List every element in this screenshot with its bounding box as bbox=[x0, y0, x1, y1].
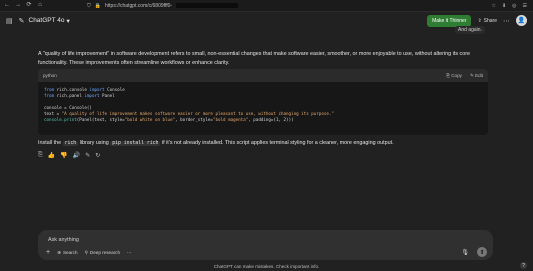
send-button[interactable]: ⬆ bbox=[477, 247, 487, 257]
install-note: Install the rich library using pip insta… bbox=[38, 139, 394, 148]
bookmark-icon[interactable]: ☆ bbox=[491, 3, 495, 9]
copy-code-button[interactable]: ⎘ Copy bbox=[446, 73, 462, 79]
menu-icon[interactable]: ☰ bbox=[523, 3, 527, 9]
browser-right-icons: ☆ ⬇ ◎ ☰ bbox=[491, 3, 527, 9]
code-token: , padding=(1, 2))) bbox=[248, 117, 294, 122]
thumbs-up-icon[interactable]: 👍 bbox=[48, 152, 55, 159]
header-actions: Make it Thinner ⇪ Share ⋯ 👤 bbox=[427, 14, 527, 27]
note-text: if it's not already installed. This scri… bbox=[160, 140, 394, 146]
telescope-icon: ⚲ bbox=[84, 249, 88, 255]
app-header: ▤ ✎ ChatGPT 4o ▾ Make it Thinner ⇪ Share… bbox=[0, 12, 533, 29]
edit-icon: ✎ bbox=[469, 72, 474, 78]
forward-icon[interactable]: → bbox=[15, 0, 21, 11]
search-button[interactable]: ⊕ Search bbox=[57, 250, 77, 256]
share-button[interactable]: ⇪ Share bbox=[477, 18, 497, 24]
more-options-icon[interactable]: ⋯ bbox=[503, 17, 510, 25]
globe-icon: ⊕ bbox=[57, 249, 61, 255]
code-token: from bbox=[44, 87, 55, 92]
make-thinner-button[interactable]: Make it Thinner bbox=[427, 14, 472, 27]
inline-code: pip install rich bbox=[110, 141, 161, 146]
edit-code-button[interactable]: ✎ Edit bbox=[470, 73, 483, 79]
copy-label: Copy bbox=[451, 72, 462, 78]
reload-icon[interactable]: ⟳ bbox=[26, 0, 32, 11]
copy-icon: ⎘ bbox=[446, 72, 450, 78]
code-token: rich.console bbox=[56, 87, 87, 92]
model-label: ChatGPT 4o bbox=[28, 17, 65, 24]
deep-research-button[interactable]: ⚲ Deep research bbox=[85, 250, 121, 256]
disclaimer: ChatGPT can make mistakes. Check importa… bbox=[213, 264, 320, 269]
code-token: , border_style= bbox=[175, 117, 213, 122]
code-token: (Panel(text, style= bbox=[76, 117, 125, 122]
back-icon[interactable]: ← bbox=[4, 0, 10, 11]
thumbs-down-icon[interactable]: 👎 bbox=[60, 152, 67, 159]
regenerate-icon[interactable]: ↻ bbox=[95, 152, 100, 159]
assistant-message: A "quality of life improvement" in softw… bbox=[38, 51, 470, 66]
attach-button[interactable]: + bbox=[46, 249, 50, 256]
avatar[interactable]: 👤 bbox=[516, 15, 527, 26]
code-token: console.print bbox=[44, 117, 77, 122]
deep-research-label: Deep research bbox=[89, 250, 121, 255]
url-text: https://chatgpt.com/c/6809fff0- bbox=[105, 2, 173, 9]
help-button[interactable]: ? bbox=[520, 262, 527, 269]
lock-icon: 🔒 bbox=[94, 2, 101, 9]
edit-label: Edit bbox=[475, 72, 483, 78]
copy-icon[interactable]: ⎘ bbox=[38, 152, 43, 159]
home-icon[interactable]: ⌂ bbox=[37, 0, 43, 11]
composer-tools: + ⊕ Search ⚲ Deep research ⋯ bbox=[46, 249, 132, 256]
composer: + ⊕ Search ⚲ Deep research ⋯ 🎙 ⬆ bbox=[38, 230, 493, 260]
url-redaction bbox=[176, 3, 239, 8]
code-token: import bbox=[89, 87, 105, 92]
code-token: Panel bbox=[102, 93, 115, 98]
browser-toolbar: ← → ⟳ ⌂ ⛉ 🔒 https://chatgpt.com/c/6809ff… bbox=[0, 0, 533, 12]
share-icon: ⇪ bbox=[477, 17, 482, 24]
code-block: python ⎘ Copy ✎ Edit from rich.console i… bbox=[38, 69, 488, 135]
code-language: python bbox=[43, 73, 57, 78]
url-bar[interactable]: ⛉ 🔒 https://chatgpt.com/c/6809fff0- bbox=[87, 0, 239, 11]
code-line: console.print(Panel(text, style="bold wh… bbox=[44, 117, 482, 123]
message-actions: ⎘ 👍 👎 🔊 ✎ ↻ bbox=[38, 152, 100, 159]
share-label: Share bbox=[483, 17, 497, 24]
edit-icon[interactable]: ✎ bbox=[85, 152, 90, 159]
code-token: text = bbox=[44, 111, 62, 116]
code-token: "A quality of life improvement makes sof… bbox=[61, 111, 334, 116]
browser-nav: ← → ⟳ ⌂ bbox=[4, 0, 43, 11]
note-text: library using bbox=[78, 140, 111, 146]
shield-icon: ⛉ bbox=[87, 2, 91, 9]
code-token: import bbox=[84, 93, 100, 98]
inline-code: rich bbox=[62, 141, 79, 146]
download-icon[interactable]: ⬇ bbox=[502, 3, 506, 9]
code-token: from bbox=[44, 93, 55, 98]
code-token: rich.panel bbox=[56, 93, 82, 98]
code-token: Console bbox=[107, 87, 125, 92]
chat-input[interactable] bbox=[46, 234, 430, 246]
new-chat-icon[interactable]: ✎ bbox=[19, 17, 25, 25]
search-label: Search bbox=[62, 250, 78, 255]
read-aloud-icon[interactable]: 🔊 bbox=[73, 152, 80, 159]
code-token: "bold white on blue" bbox=[124, 117, 176, 122]
more-tools-icon[interactable]: ⋯ bbox=[127, 250, 132, 256]
sidebar-toggle-icon[interactable]: ▤ bbox=[6, 17, 13, 25]
model-selector[interactable]: ChatGPT 4o ▾ bbox=[29, 17, 70, 25]
code-block-header: python ⎘ Copy ✎ Edit bbox=[38, 69, 488, 82]
microphone-icon[interactable]: 🎙 bbox=[461, 249, 469, 256]
extension-icon[interactable]: ◎ bbox=[512, 3, 516, 9]
user-message-chip: And again. bbox=[455, 26, 485, 34]
chevron-down-icon: ▾ bbox=[66, 17, 70, 25]
code-actions: ⎘ Copy ✎ Edit bbox=[446, 73, 483, 79]
note-text: Install the bbox=[38, 140, 63, 146]
code-token: "bold magenta" bbox=[212, 117, 249, 122]
code-content: from rich.console import Console from ri… bbox=[38, 82, 488, 128]
